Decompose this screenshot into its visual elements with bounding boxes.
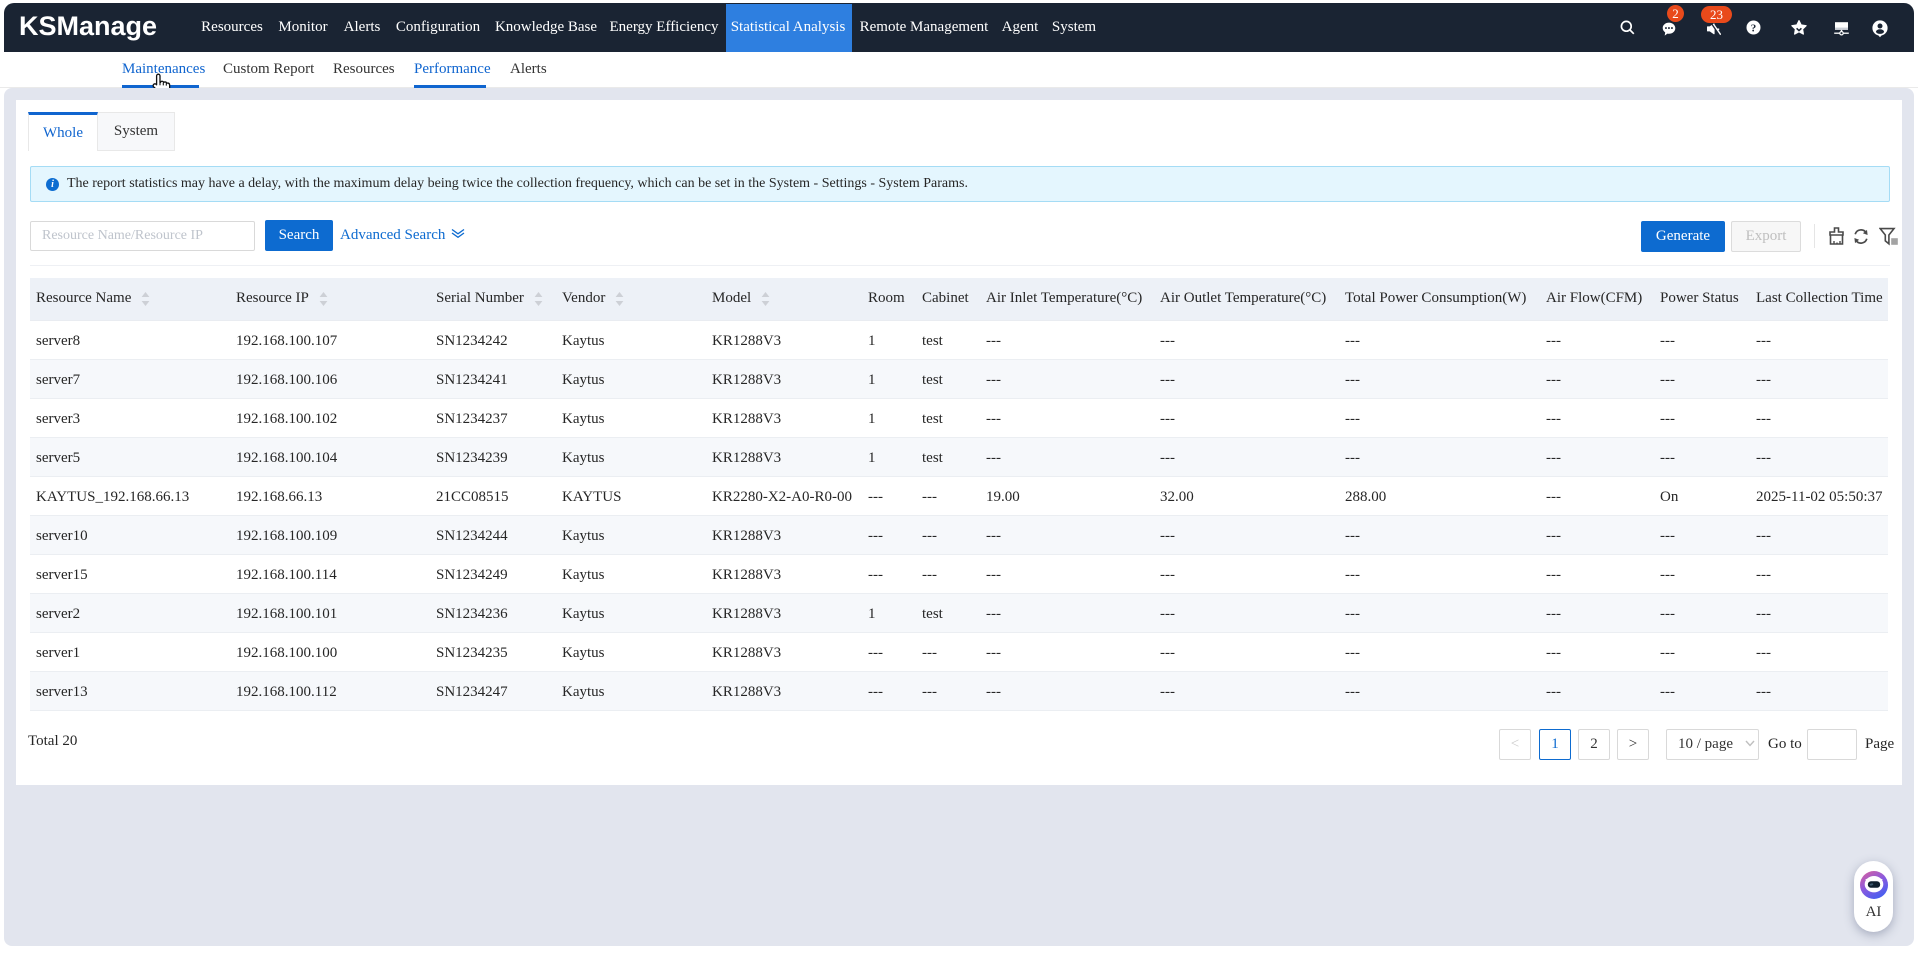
svg-text:?: ? <box>1751 23 1757 35</box>
